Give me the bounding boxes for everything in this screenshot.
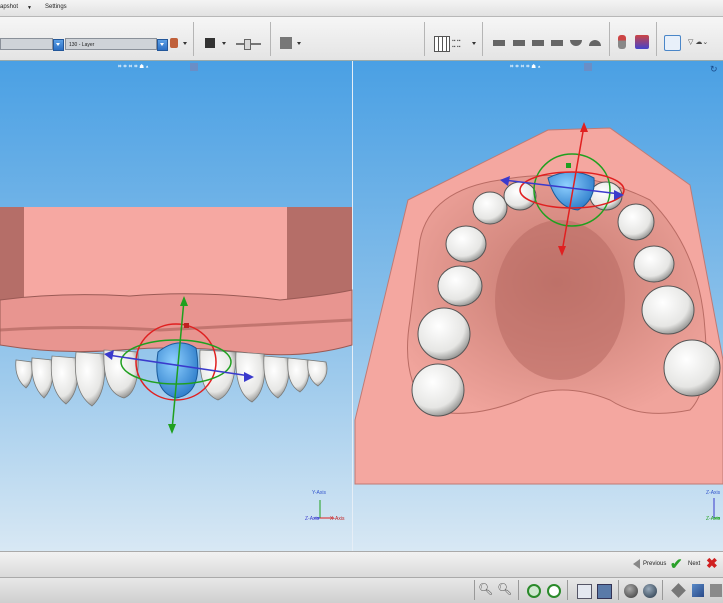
axis-label-z-right: Z-Axis — [706, 490, 721, 496]
status-bar — [0, 577, 723, 603]
zoom-in-icon[interactable]: 🔍︎ — [478, 582, 493, 596]
view-combo-dropdown-icon[interactable] — [53, 39, 64, 51]
layer-combo-value: 130 - Layer — [69, 42, 95, 48]
occlusion-icon[interactable] — [664, 35, 681, 51]
view-bottom-icon[interactable] — [589, 40, 601, 46]
axis-label-x-left: X-Axis — [330, 516, 345, 522]
cube-icon[interactable] — [692, 584, 704, 597]
sphere-blue-icon[interactable] — [643, 584, 657, 598]
sphere-dark-icon[interactable] — [624, 584, 638, 598]
material-arrow-icon[interactable] — [297, 42, 301, 47]
view-front-icon[interactable] — [493, 40, 505, 46]
fit-icon[interactable] — [527, 584, 541, 598]
dental-scene — [0, 122, 723, 519]
menu-bar: apshot ▼ Settings — [0, 0, 723, 17]
brush-icon[interactable] — [205, 38, 215, 48]
grid-icon[interactable] — [434, 36, 450, 52]
close-icon[interactable]: ✖ — [706, 555, 718, 572]
layer-arrow-icon[interactable] — [183, 42, 187, 47]
navigation-bar — [0, 551, 723, 577]
target-icon[interactable] — [547, 584, 561, 598]
frontal-jaw-model[interactable] — [0, 207, 353, 434]
cube-gray-icon[interactable] — [710, 584, 722, 597]
material-icon[interactable] — [280, 37, 292, 49]
zoom-out-icon[interactable]: 🔍︎ — [497, 582, 512, 596]
layer-combo-dropdown-icon[interactable] — [157, 39, 168, 51]
next-button[interactable]: Next — [688, 561, 700, 567]
solid-icon[interactable] — [597, 584, 612, 599]
previous-icon[interactable] — [628, 559, 640, 569]
menu-settings[interactable]: Settings — [45, 4, 67, 10]
menu-snapshot-arrow-icon[interactable]: ▼ — [27, 5, 32, 11]
view-combo[interactable] — [0, 38, 53, 50]
axis-triad-right — [713, 498, 720, 519]
cusp-icon[interactable]: ▽ ☁⌄ — [688, 38, 708, 46]
menu-snapshot[interactable]: apshot — [0, 4, 18, 10]
frame-icon[interactable] — [577, 584, 592, 599]
grid-arrow-icon[interactable] — [472, 42, 476, 47]
brush-arrow-icon[interactable] — [222, 42, 226, 47]
axis-label-z-left: Z-Axis — [305, 516, 320, 522]
view-left-icon[interactable] — [532, 40, 544, 46]
section-icon[interactable] — [635, 35, 649, 49]
axis-label-x-right: Z-Axis — [706, 516, 721, 522]
opacity-slider-thumb[interactable] — [244, 39, 251, 50]
grid-options-icon[interactable]: ▪▪ ▪▪ ▪▪ ▪▪ — [452, 38, 460, 50]
occlusal-jaw-model[interactable] — [354, 122, 723, 485]
view-back-icon[interactable] — [513, 40, 525, 46]
layer-color-icon[interactable] — [170, 38, 178, 48]
check-icon[interactable]: ✔ — [670, 555, 683, 573]
layer-combo[interactable]: 130 - Layer — [65, 38, 157, 50]
previous-button[interactable]: Previous — [643, 561, 666, 567]
transparency-icon[interactable] — [618, 35, 626, 49]
view-right-icon[interactable] — [551, 40, 563, 46]
axis-label-y-left: Y-Axis — [312, 490, 326, 496]
